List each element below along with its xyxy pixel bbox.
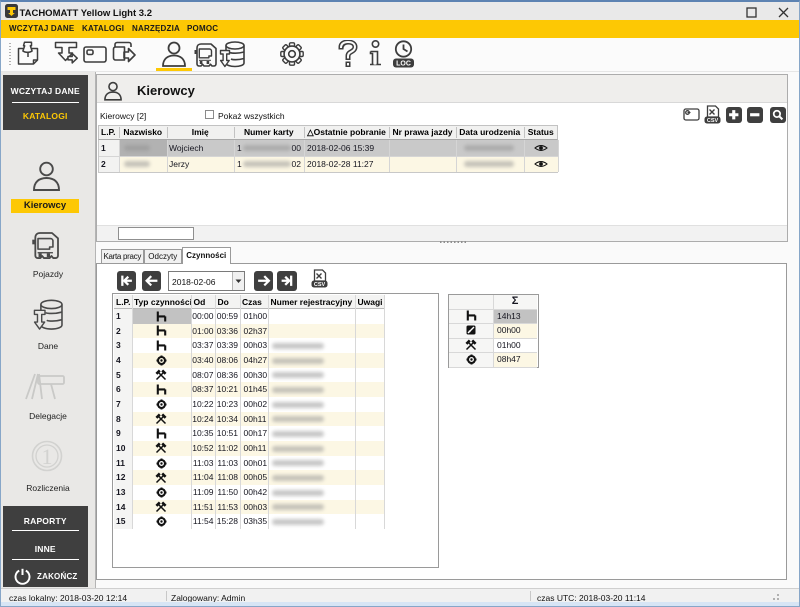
svg-text:CSV: CSV — [313, 282, 325, 288]
svg-text:1: 1 — [42, 444, 53, 469]
svg-text:CSV: CSV — [707, 118, 719, 124]
svg-text:LOC: LOC — [396, 61, 411, 68]
